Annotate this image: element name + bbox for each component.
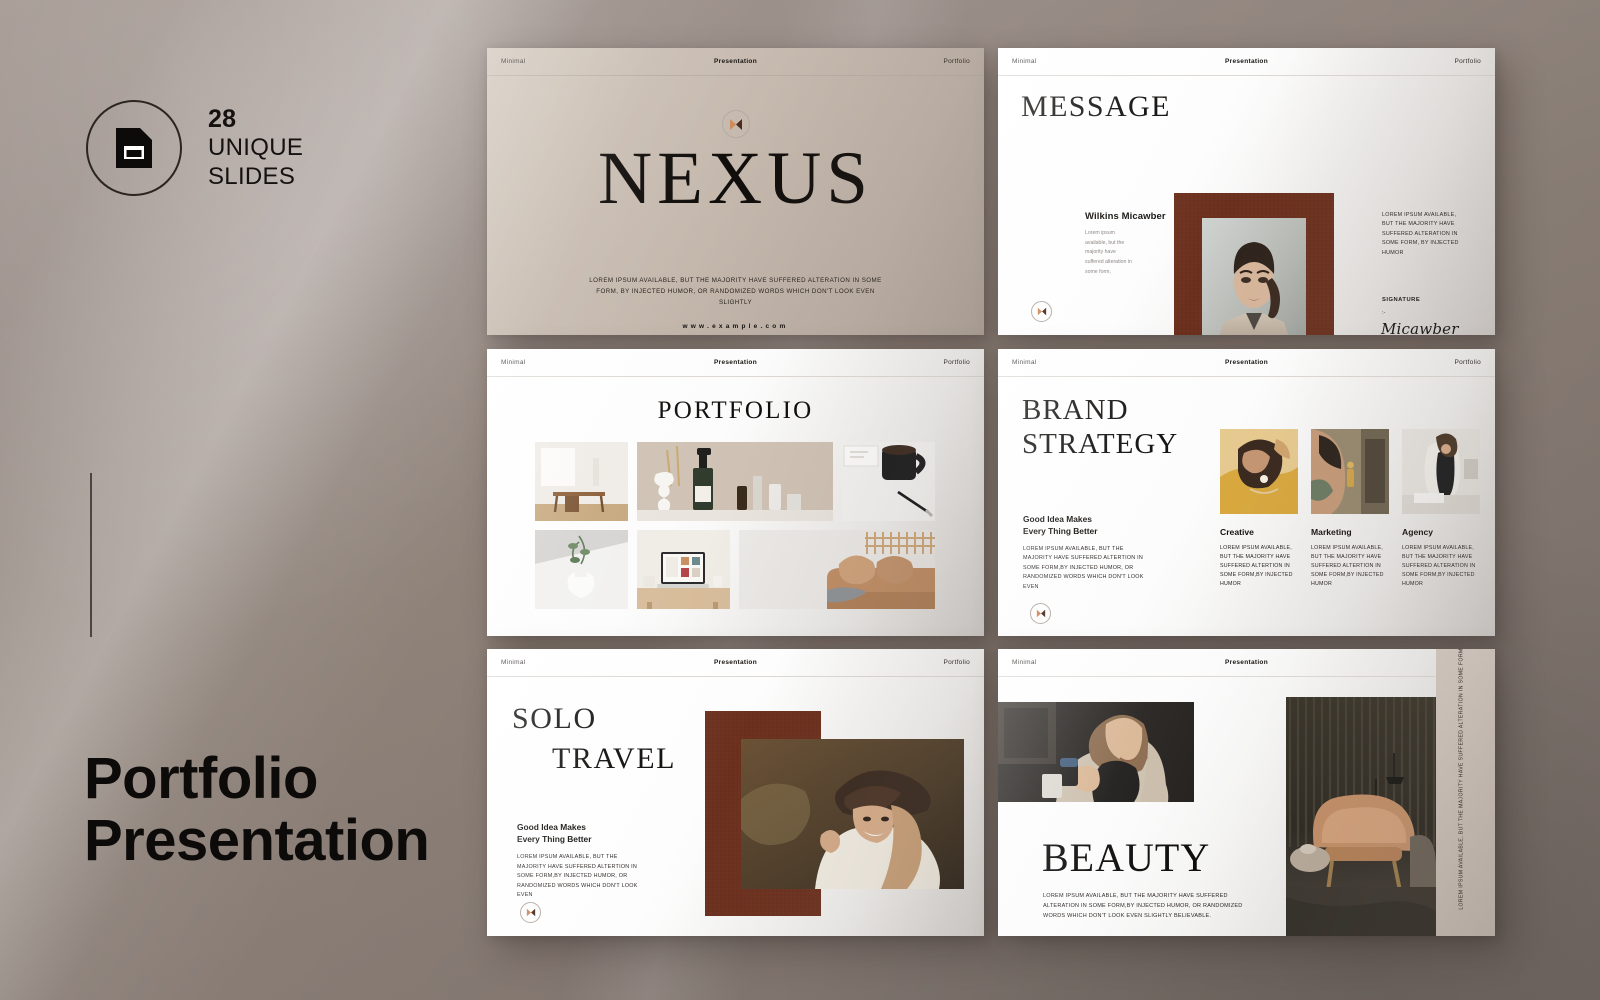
portrait-photo — [1202, 218, 1306, 335]
travel-subhead-line2: Every Thing Better — [517, 834, 592, 845]
page-title-line2: Presentation — [84, 808, 430, 874]
slide-thumbnail-beauty[interactable]: Minimal Presentation BEAUTY LOREM IPSUM … — [998, 649, 1495, 936]
slide-header-center: Presentation — [714, 58, 757, 65]
beauty-photo-right — [1286, 697, 1436, 936]
portfolio-tile-mug-pen[interactable] — [842, 442, 935, 521]
brand-body-text: LOREM IPSUM AVAILABLE, BUT THE MAJORITY … — [1023, 546, 1144, 590]
unique-slides-badge: 28 UNIQUE SLIDES — [86, 100, 303, 196]
person-body-text: Lorem ipsum available, but the majority … — [1085, 230, 1132, 275]
play-mark-logo-icon — [1031, 301, 1052, 322]
brand-card-title: Marketing — [1311, 527, 1352, 537]
slide-url-nexus: www.example.com — [682, 323, 789, 330]
portfolio-grid-row — [535, 442, 935, 521]
slide-header: Minimal Presentation — [998, 649, 1495, 677]
vertical-divider — [90, 473, 92, 637]
signature-label: SIGNATURE — [1382, 297, 1421, 303]
beauty-vertical-text: LOREM IPSUM AVAILABLE, BUT THE MAJORITY … — [1458, 649, 1465, 910]
slide-thumbnail-portfolio[interactable]: Minimal Presentation Portfolio PORTFOLIO — [487, 349, 984, 636]
portfolio-tile-vase-eucalyptus[interactable] — [535, 530, 628, 609]
brand-cards: Creative LOREM IPSUM AVAILABLE, BUT THE … — [1220, 429, 1480, 590]
person-name: Wilkins Micawber — [1085, 211, 1166, 222]
travel-photo — [741, 739, 964, 889]
slide-header-center: Presentation — [1225, 58, 1268, 65]
travel-subhead: Good Idea Makes Every Thing Better — [517, 821, 591, 845]
slide-header-center: Presentation — [1225, 659, 1268, 666]
brand-card-text: LOREM IPSUM AVAILABLE, BUT THE MAJORITY … — [1402, 545, 1476, 588]
slides-badge-line1: UNIQUE — [208, 134, 304, 162]
slide-title-solo-travel: SOLO TRAVEL — [512, 699, 676, 778]
slide-header-center: Presentation — [1225, 359, 1268, 366]
slide-title-line2: STRATEGY — [1022, 428, 1179, 461]
brand-subhead-line2: Every Thing Better — [1023, 526, 1098, 537]
brand-card-agency[interactable]: Agency LOREM IPSUM AVAILABLE, BUT THE MA… — [1402, 429, 1480, 590]
portfolio-grid-row — [535, 530, 935, 609]
slide-title-portfolio: PORTFOLIO — [657, 397, 814, 424]
slide-header: Minimal Presentation Portfolio — [487, 649, 984, 677]
brand-card-title: Agency — [1402, 527, 1434, 537]
brand-card-marketing[interactable]: Marketing LOREM IPSUM AVAILABLE, BUT THE… — [1311, 429, 1389, 590]
slide-header-center: Presentation — [714, 359, 757, 366]
slide-header: Minimal Presentation Portfolio — [998, 48, 1495, 76]
brand-subhead-line1: Good Idea Makes — [1023, 514, 1092, 524]
play-mark-logo-icon — [722, 110, 750, 138]
slide-title-line1: BRAND — [1022, 394, 1129, 426]
brand-card-text: LOREM IPSUM AVAILABLE, BUT THE MAJORITY … — [1220, 545, 1293, 588]
slide-thumbnail-nexus[interactable]: Minimal Presentation Portfolio NEXUS LOR… — [487, 48, 984, 335]
slide-header: Minimal Presentation Portfolio — [998, 349, 1495, 377]
slide-thumbnail-solo-travel[interactable]: Minimal Presentation Portfolio SOLO TRAV… — [487, 649, 984, 936]
brand-card-creative[interactable]: Creative LOREM IPSUM AVAILABLE, BUT THE … — [1220, 429, 1298, 590]
slide-subtitle-nexus: LOREM IPSUM AVAILABLE, BUT THE MAJORITY … — [589, 277, 882, 306]
portfolio-tile-tan-sofa[interactable] — [739, 530, 935, 609]
page-title: Portfolio Presentation — [84, 746, 430, 874]
brand-card-title: Creative — [1220, 527, 1254, 537]
beauty-vertical-caption: LOREM IPSUM AVAILABLE, BUT THE MAJORITY … — [1436, 649, 1495, 936]
brand-card-text: LOREM IPSUM AVAILABLE, BUT THE MAJORITY … — [1311, 545, 1384, 588]
portfolio-image-grid — [535, 442, 935, 618]
travel-subhead-line1: Good Idea Makes — [517, 822, 586, 832]
slide-header: Minimal Presentation Portfolio — [487, 349, 984, 377]
slide-title-beauty: BEAUTY — [1042, 835, 1211, 880]
slide-title-line1: SOLO — [512, 702, 597, 735]
brand-subhead: Good Idea Makes Every Thing Better — [1023, 513, 1097, 537]
slide-header: Minimal Presentation Portfolio — [487, 48, 984, 76]
brand-card-photo — [1402, 429, 1480, 514]
slide-thumbnail-brand-strategy[interactable]: Minimal Presentation Portfolio BRAND STR… — [998, 349, 1495, 636]
slide-header-center: Presentation — [714, 659, 757, 666]
signature-name: Micawber — [1381, 320, 1459, 335]
slide-title-line2: TRAVEL — [552, 741, 677, 775]
beauty-photo-top — [998, 702, 1194, 802]
brand-card-photo — [1220, 429, 1298, 514]
slides-document-icon — [86, 100, 182, 196]
slide-title-message: MESSAGE — [1021, 90, 1171, 123]
slides-count: 28 — [208, 104, 237, 133]
portfolio-tile-dining-table[interactable] — [535, 442, 628, 521]
signature-colon: :- — [1382, 310, 1386, 316]
travel-body-text: LOREM IPSUM AVAILABLE, BUT THE MAJORITY … — [517, 854, 638, 899]
slides-badge-line2: SLIDES — [208, 162, 296, 190]
page-title-line1: Portfolio — [84, 746, 318, 811]
beauty-body-text: LOREM IPSUM AVAILABLE, BUT THE MAJORITY … — [1043, 893, 1243, 919]
message-right-body: LOREM IPSUM AVAILABLE, BUT THE MAJORITY … — [1382, 212, 1459, 256]
slide-title-nexus: NEXUS — [597, 137, 873, 220]
slide-thumbnail-message[interactable]: Minimal Presentation Portfolio MESSAGE W… — [998, 48, 1495, 335]
portfolio-tile-skincare[interactable] — [637, 442, 833, 521]
portfolio-tile-laptop-desk[interactable] — [637, 530, 730, 609]
play-mark-logo-icon — [520, 902, 541, 923]
play-mark-logo-icon — [1030, 603, 1051, 624]
slide-title-brand-strategy: BRAND STRATEGY — [1022, 393, 1178, 461]
brand-card-photo — [1311, 429, 1389, 514]
